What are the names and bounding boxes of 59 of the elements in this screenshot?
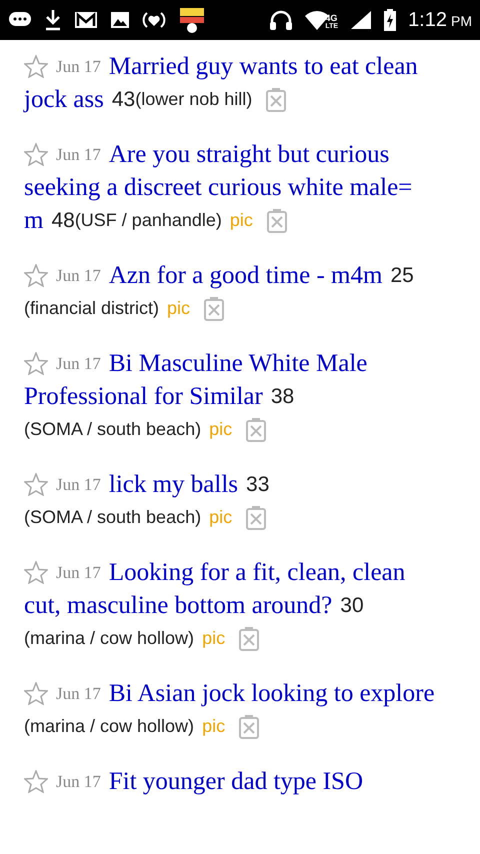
star-icon[interactable]: [24, 473, 48, 496]
listing-location: (lower nob hill): [135, 88, 252, 111]
listing-age: 38: [270, 384, 294, 410]
listing-title[interactable]: lick my balls: [108, 468, 238, 501]
clock-period: PM: [451, 12, 472, 31]
listing-age: 33: [246, 472, 270, 498]
post-date: Jun 17: [56, 771, 101, 793]
listing-location: (USF / panhandle): [74, 209, 222, 232]
star-icon[interactable]: [24, 264, 48, 287]
trash-icon[interactable]: [264, 208, 289, 234]
listing-title[interactable]: cut, masculine bottom around?: [24, 589, 332, 622]
image-icon: [110, 10, 130, 30]
clock-time: 1:12: [408, 8, 447, 33]
listing-title[interactable]: Looking for a fit, clean, clean: [108, 556, 406, 589]
post-date: Jun 17: [56, 265, 101, 287]
star-icon[interactable]: [24, 770, 48, 793]
post-date: Jun 17: [56, 683, 101, 705]
battery-icon: [384, 9, 396, 31]
listing-location: (financial district): [24, 297, 160, 320]
headphones-icon: [269, 9, 294, 31]
listing-title[interactable]: Fit younger dad type ISO: [108, 765, 364, 798]
listing-location: (SOMA / south beach): [24, 418, 202, 441]
post-date: Jun 17: [56, 562, 101, 584]
listing-title[interactable]: Married guy wants to eat clean: [108, 50, 418, 83]
trash-icon[interactable]: [202, 296, 226, 322]
listing-title[interactable]: seeking a discreet curious white male=: [24, 171, 412, 204]
signal-icon: [350, 10, 372, 30]
listing-title[interactable]: Bi Masculine White Male: [108, 347, 368, 380]
listing-age: 48: [51, 208, 75, 234]
star-icon[interactable]: [24, 143, 48, 166]
star-icon[interactable]: [24, 561, 48, 584]
listing-title[interactable]: Bi Asian jock looking to explore: [108, 677, 435, 710]
star-icon[interactable]: [24, 55, 48, 78]
radio-icon: [142, 10, 166, 30]
star-icon[interactable]: [24, 682, 48, 705]
listing-title[interactable]: Professional for Similar: [24, 380, 263, 413]
trash-icon[interactable]: [244, 416, 268, 442]
listing-location: (SOMA / south beach): [24, 506, 202, 529]
listing-title[interactable]: jock ass: [24, 83, 104, 116]
listing-title[interactable]: Azn for a good time - m4m: [108, 259, 382, 292]
listing-title[interactable]: m: [24, 204, 44, 237]
post-date: Jun 17: [56, 56, 101, 78]
listing-age: 43: [112, 87, 136, 113]
listing-title[interactable]: Are you straight but curious: [108, 138, 390, 171]
app-logo-icon: [178, 6, 206, 34]
post-date: Jun 17: [56, 353, 101, 375]
trash-icon[interactable]: [264, 86, 288, 112]
trash-icon[interactable]: [237, 714, 262, 740]
trash-icon[interactable]: [237, 626, 262, 652]
star-icon[interactable]: [24, 352, 48, 375]
mail-icon: [74, 10, 98, 30]
listing-location: (marina / cow hollow): [24, 715, 194, 738]
post-date: Jun 17: [56, 144, 101, 166]
trash-icon[interactable]: [244, 504, 268, 530]
listing-location: (marina / cow hollow): [24, 627, 194, 650]
post-date: Jun 17: [56, 474, 101, 496]
download-icon: [44, 9, 62, 31]
listing-age: 25: [390, 263, 414, 289]
listing-age: 30: [340, 593, 364, 619]
